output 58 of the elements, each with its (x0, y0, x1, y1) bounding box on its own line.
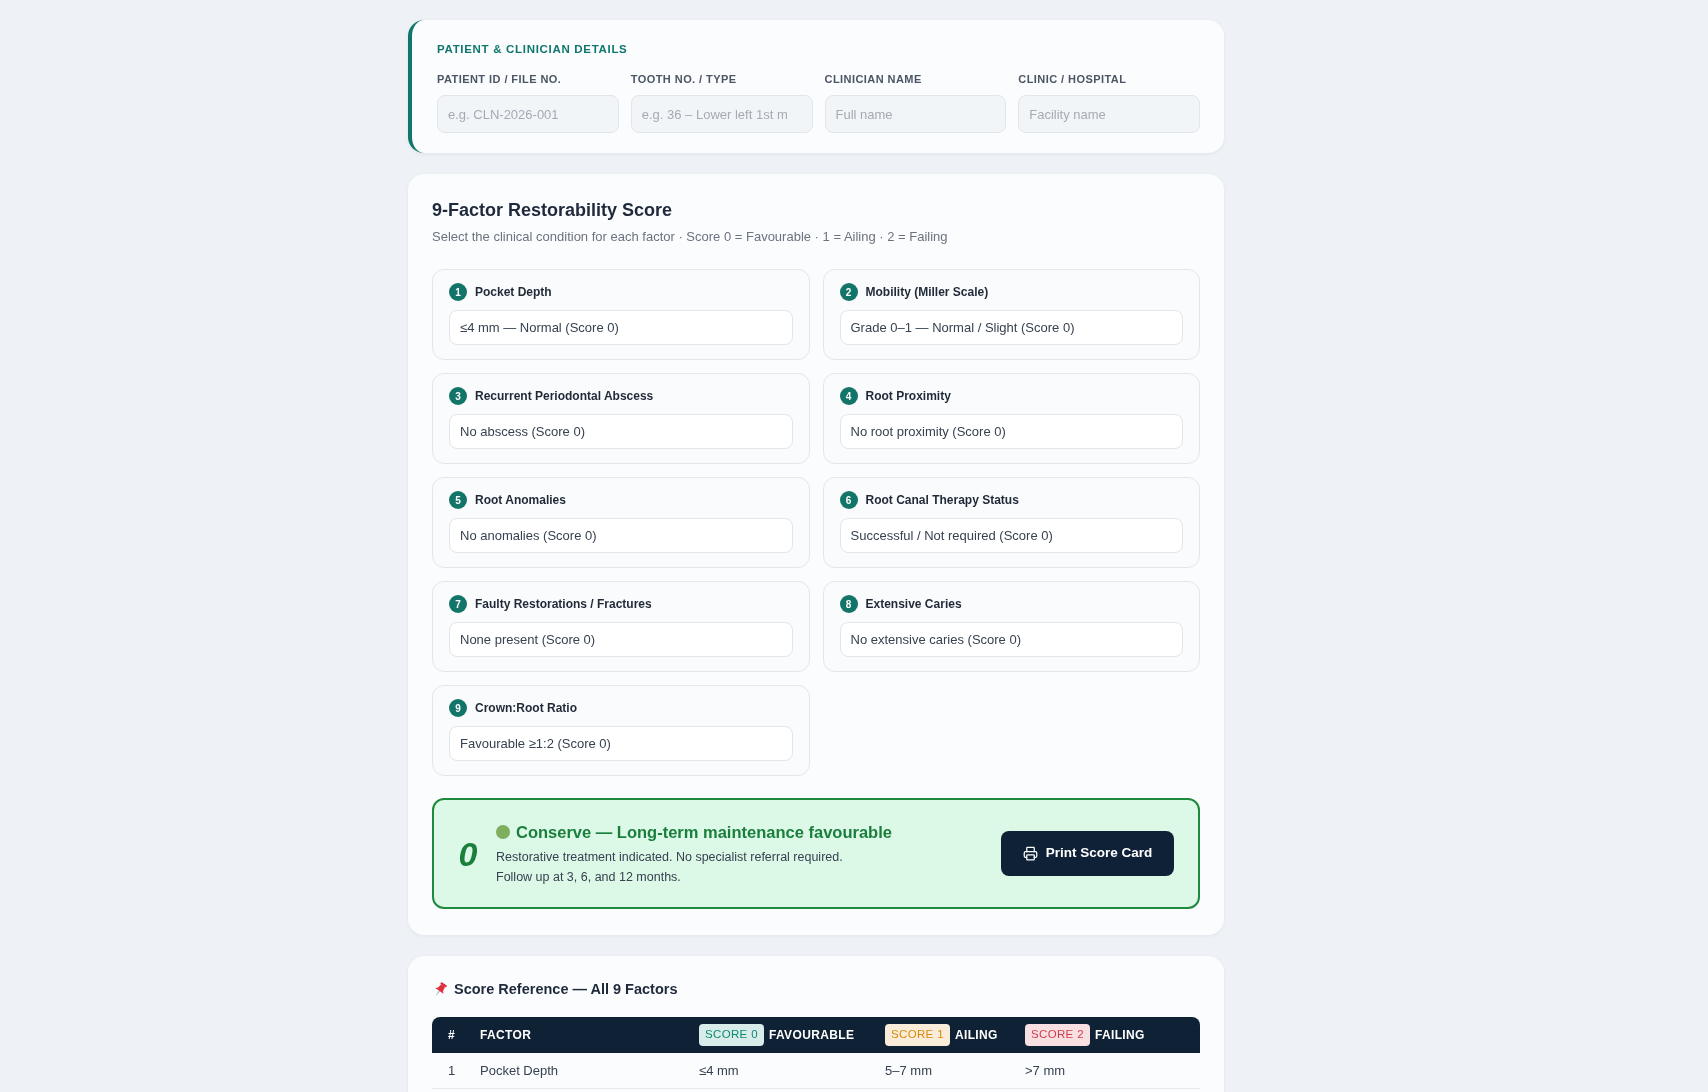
factor-label: Recurrent Periodontal Abscess (475, 388, 654, 405)
section-subtitle: Select the clinical condition for each factor · Score 0 = Favourable · 1 = Ailing · 2 = Failing (432, 228, 949, 246)
dropdown-field[interactable]: No abscess (Score 0) (449, 414, 793, 449)
number-badge: 1 (449, 283, 467, 301)
result-title: Conserve — Long-term maintenance favourable (516, 822, 892, 843)
score-tag: SCORE 2 (1025, 1024, 1090, 1046)
input-field[interactable]: Facility name (1018, 95, 1200, 133)
dropdown-field[interactable]: No anomalies (Score 0) (449, 518, 793, 553)
number-badge: 3 (449, 387, 467, 405)
factor-label: Root Canal Therapy Status (865, 492, 1019, 509)
table-cell-text: ≤4 mm (699, 1061, 740, 1080)
printer-icon (1022, 846, 1038, 861)
factor-label: Mobility (Miller Scale) (865, 284, 989, 301)
dropdown-field[interactable]: No root proximity (Score 0) (839, 414, 1183, 449)
number-badge: 2 (839, 283, 858, 301)
column-header: AILING (954, 1027, 998, 1044)
column-header: FAILING (1094, 1027, 1145, 1044)
number-badge: 9 (449, 699, 467, 717)
factor-label: Root Proximity (865, 388, 951, 405)
table-cell-text: 1 (448, 1061, 457, 1080)
number-badge: 7 (449, 595, 467, 613)
input-field[interactable]: Full name (824, 95, 1007, 133)
input-field[interactable]: e.g. 36 – Lower left 1st m (630, 95, 813, 133)
input-field[interactable]: e.g. CLN-2026-001 (437, 95, 619, 133)
factor-label: Faulty Restorations / Fractures (475, 596, 652, 613)
dropdown-field[interactable]: Grade 0–1 — Normal / Slight (Score 0) (839, 310, 1183, 345)
number-badge: 5 (449, 491, 467, 509)
field-label: CLINIC / HOSPITAL (1018, 72, 1128, 86)
print-button[interactable]: Print Score Card (1001, 831, 1174, 876)
dropdown-field[interactable]: Favourable ≥1:2 (Score 0) (449, 726, 793, 761)
column-header: FAVOURABLE (768, 1027, 855, 1044)
field-label: CLINICIAN NAME (824, 72, 923, 86)
table-cell-text: Pocket Depth (480, 1061, 560, 1080)
factor-label: Crown:Root Ratio (475, 700, 577, 717)
dropdown-field[interactable]: No extensive caries (Score 0) (839, 622, 1183, 657)
field-label: TOOTH NO. / TYPE (630, 72, 738, 86)
factor-label: Extensive Caries (865, 596, 962, 613)
column-header: # (448, 1027, 457, 1044)
table-cell-text: >7 mm (1025, 1061, 1067, 1080)
number-badge: 4 (839, 387, 858, 405)
result-description: Follow up at 3, 6, and 12 months. (496, 869, 682, 886)
result-description: Restorative treatment indicated. No specialist referral required. (496, 849, 844, 866)
field-label: PATIENT ID / FILE NO. (437, 72, 563, 86)
factor-label: Root Anomalies (475, 492, 566, 509)
section-title: PATIENT & CLINICIAN DETAILS (437, 42, 629, 56)
section-heading: Score Reference — All 9 Factors (454, 980, 678, 1000)
number-badge: 6 (839, 491, 858, 509)
section-heading: 9-Factor Restorability Score (432, 199, 674, 222)
column-header: FACTOR (480, 1027, 533, 1044)
score-tag: SCORE 0 (699, 1024, 764, 1046)
score-tag: SCORE 1 (885, 1024, 950, 1046)
dropdown-field[interactable]: Successful / Not required (Score 0) (839, 518, 1183, 553)
factor-label: Pocket Depth (475, 284, 552, 301)
dropdown-field[interactable]: None present (Score 0) (449, 622, 793, 657)
table-cell-text: 5–7 mm (885, 1061, 933, 1080)
score-value: 0 (457, 836, 479, 871)
dropdown-field[interactable]: ≤4 mm — Normal (Score 0) (449, 310, 793, 345)
number-badge: 8 (839, 595, 858, 613)
